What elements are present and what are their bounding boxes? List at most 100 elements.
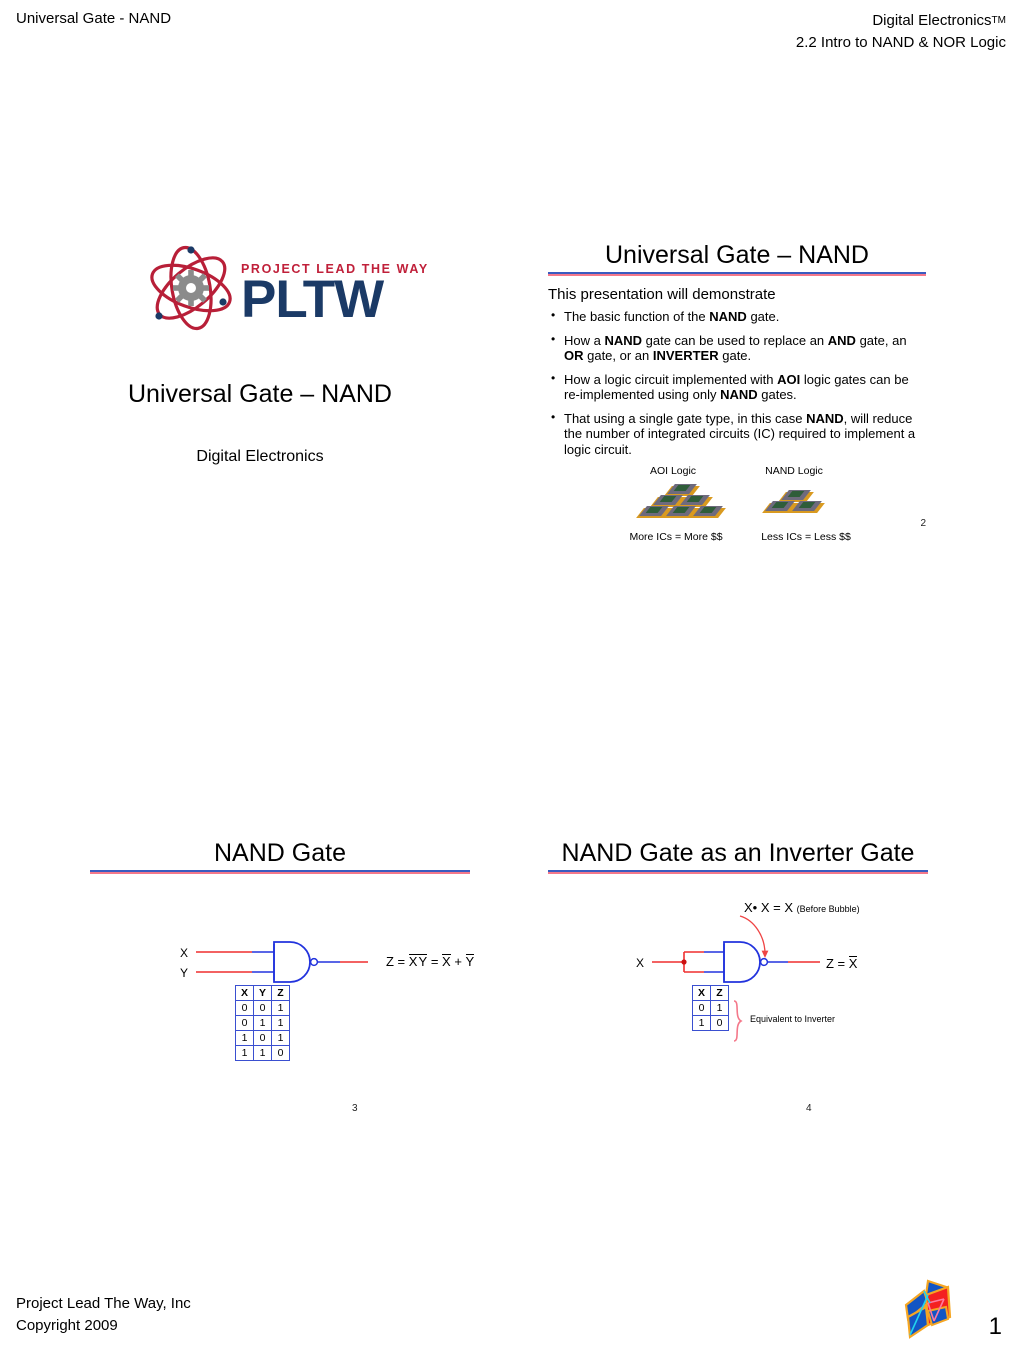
slide-2-bullet-list: The basic function of the NAND gate. How…	[548, 308, 926, 458]
slide-2-overview: Universal Gate – NAND This presentation …	[548, 240, 926, 547]
atom-electron-icon	[187, 246, 195, 254]
slide-1-title-slide: PROJECT LEAD THE WAY PLTW Universal Gate…	[40, 230, 480, 530]
ic-comparison-graphic: AOI Logic NAND Logic More ICs = More $$ …	[548, 465, 926, 547]
header-course-title: Digital ElectronicsTM	[796, 10, 1006, 32]
list-item: The basic function of the NAND gate.	[548, 308, 926, 325]
table-row: 1 1 0	[235, 1045, 290, 1061]
gear-hub	[186, 283, 196, 293]
header-right-block: Digital ElectronicsTM 2.2 Intro to NAND …	[796, 10, 1006, 54]
footer-organization: Project Lead The Way, Inc	[16, 1295, 191, 1312]
pltw-logo: PROJECT LEAD THE WAY PLTW	[145, 242, 435, 334]
table-cell: 0	[710, 1015, 729, 1031]
table-row: 0 0 1	[235, 1000, 290, 1016]
column-header: Z	[710, 985, 729, 1001]
pltw-wordmark: PLTW	[241, 270, 384, 329]
table-cell: 0	[253, 1000, 272, 1016]
table-cell: 1	[235, 1030, 254, 1046]
table-header-row: X Z	[692, 985, 729, 1001]
footer-copyright: Copyright 2009	[16, 1317, 118, 1334]
truth-table-inverter: X Z 0 1 1 0	[692, 985, 729, 1031]
table-header-row: X Y Z	[235, 985, 290, 1001]
footer-copyright-block: Project Lead The Way, Inc Copyright 2009	[16, 1293, 191, 1337]
ic-caption-nand-bottom: Less ICs = Less $$	[761, 531, 851, 543]
ic-caption-nand-top: NAND Logic	[765, 465, 823, 477]
column-header: X	[692, 985, 711, 1001]
slide-3-page-number: 3	[352, 1103, 358, 1114]
table-cell: 1	[710, 1000, 729, 1016]
input-label-y: Y	[180, 966, 189, 980]
slide-2-lead-text: This presentation will demonstrate	[548, 286, 776, 303]
inverter-annotation-expression: X• X = X	[744, 900, 793, 915]
input-label-x: X	[180, 946, 189, 960]
nand-gate-symbol	[196, 941, 368, 983]
slide-4-title: NAND Gate as an Inverter Gate	[561, 839, 915, 867]
slide-3-nand-gate: NAND Gate X Y Z = X Y = X + Y X Y Z 0 0 …	[90, 838, 475, 1128]
inverter-equation: Z = X	[826, 956, 858, 971]
slide-2-page-number: 2	[920, 518, 926, 529]
table-cell: 0	[253, 1030, 272, 1046]
column-header: Y	[253, 985, 272, 1001]
slide-1-title: Universal Gate – NAND	[128, 380, 392, 408]
table-row: 1 0	[692, 1015, 729, 1031]
slide-2-title: Universal Gate – NAND	[605, 241, 869, 269]
list-item: That using a single gate type, in this c…	[548, 410, 926, 458]
nand-equation: Z = X Y = X + Y	[386, 954, 475, 969]
slide-4-page-number: 4	[806, 1103, 812, 1114]
wire-junction-dot	[681, 959, 687, 965]
equivalence-brace-icon	[733, 1000, 743, 1042]
pltw-wordmark-block: PROJECT LEAD THE WAY PLTW	[241, 262, 429, 326]
slide-4-nand-as-inverter: NAND Gate as an Inverter Gate X• X = X (…	[548, 838, 928, 1128]
table-cell: 0	[235, 1015, 254, 1031]
footer-page-number: 1	[988, 1313, 1002, 1340]
header-unit-title: 2.2 Intro to NAND & NOR Logic	[795, 34, 1006, 51]
ic-caption-aoi-bottom: More ICs = More $$	[629, 531, 723, 543]
table-cell: 1	[253, 1045, 272, 1061]
page-header: Universal Gate - NAND Digital Electronic…	[0, 10, 1020, 56]
and-body-shape	[273, 941, 311, 983]
slide-3-title: NAND Gate	[214, 839, 346, 867]
table-cell: 0	[692, 1000, 711, 1016]
list-item: How a NAND gate can be used to replace a…	[548, 332, 926, 364]
table-cell: 1	[271, 1000, 290, 1016]
inverter-annotation-note: (Before Bubble)	[796, 904, 860, 914]
column-header: X	[235, 985, 254, 1001]
nand-gate-diagram: X Y Z = X Y = X + Y	[90, 874, 475, 994]
annotation-arrow-icon	[739, 915, 766, 955]
ic-pile-nand	[760, 483, 830, 527]
table-cell: 0	[271, 1045, 290, 1061]
slide-1-subtitle: Digital Electronics	[196, 448, 324, 465]
header-left-title: Universal Gate - NAND	[16, 10, 172, 27]
table-row: 1 0 1	[235, 1030, 290, 1046]
title-divider	[548, 272, 926, 276]
ic-pile-aoi	[636, 483, 730, 527]
column-header: Z	[271, 985, 290, 1001]
pltw-mark-icon	[904, 1279, 952, 1339]
ic-chip	[690, 505, 726, 520]
inversion-bubble-icon	[309, 957, 319, 967]
table-row: 0 1 1	[235, 1015, 290, 1031]
annotation-arrowhead-icon	[761, 950, 769, 958]
divider-red-line	[548, 274, 926, 276]
nand-inverter-symbol	[652, 915, 820, 983]
truth-table-nand: X Y Z 0 0 1 0 1 1 1 0 1 1 1 0	[235, 985, 290, 1061]
table-cell: 1	[692, 1015, 711, 1031]
input-label-x: X	[636, 956, 645, 970]
table-cell: 1	[253, 1015, 272, 1031]
table-cell: 1	[271, 1015, 290, 1031]
inversion-bubble-icon	[759, 957, 769, 967]
ic-caption-aoi-top: AOI Logic	[649, 465, 697, 477]
atom-icon	[150, 245, 232, 331]
list-item: How a logic circuit implemented with AOI…	[548, 371, 926, 403]
table-cell: 1	[235, 1045, 254, 1061]
inverter-annotation: X• X = X (Before Bubble)	[744, 900, 860, 915]
atom-electron-icon	[219, 298, 227, 306]
and-body-shape	[723, 941, 761, 983]
inverter-gate-diagram: X• X = X (Before Bubble) X Z = X	[548, 874, 928, 994]
equivalence-label: Equivalent to Inverter	[750, 1014, 836, 1024]
header-course-name: Digital Electronics	[872, 12, 992, 29]
table-cell: 1	[271, 1030, 290, 1046]
trademark-mark: TM	[991, 15, 1006, 26]
ic-chip	[789, 500, 825, 515]
atom-electron-icon	[155, 312, 163, 320]
table-cell: 0	[235, 1000, 254, 1016]
